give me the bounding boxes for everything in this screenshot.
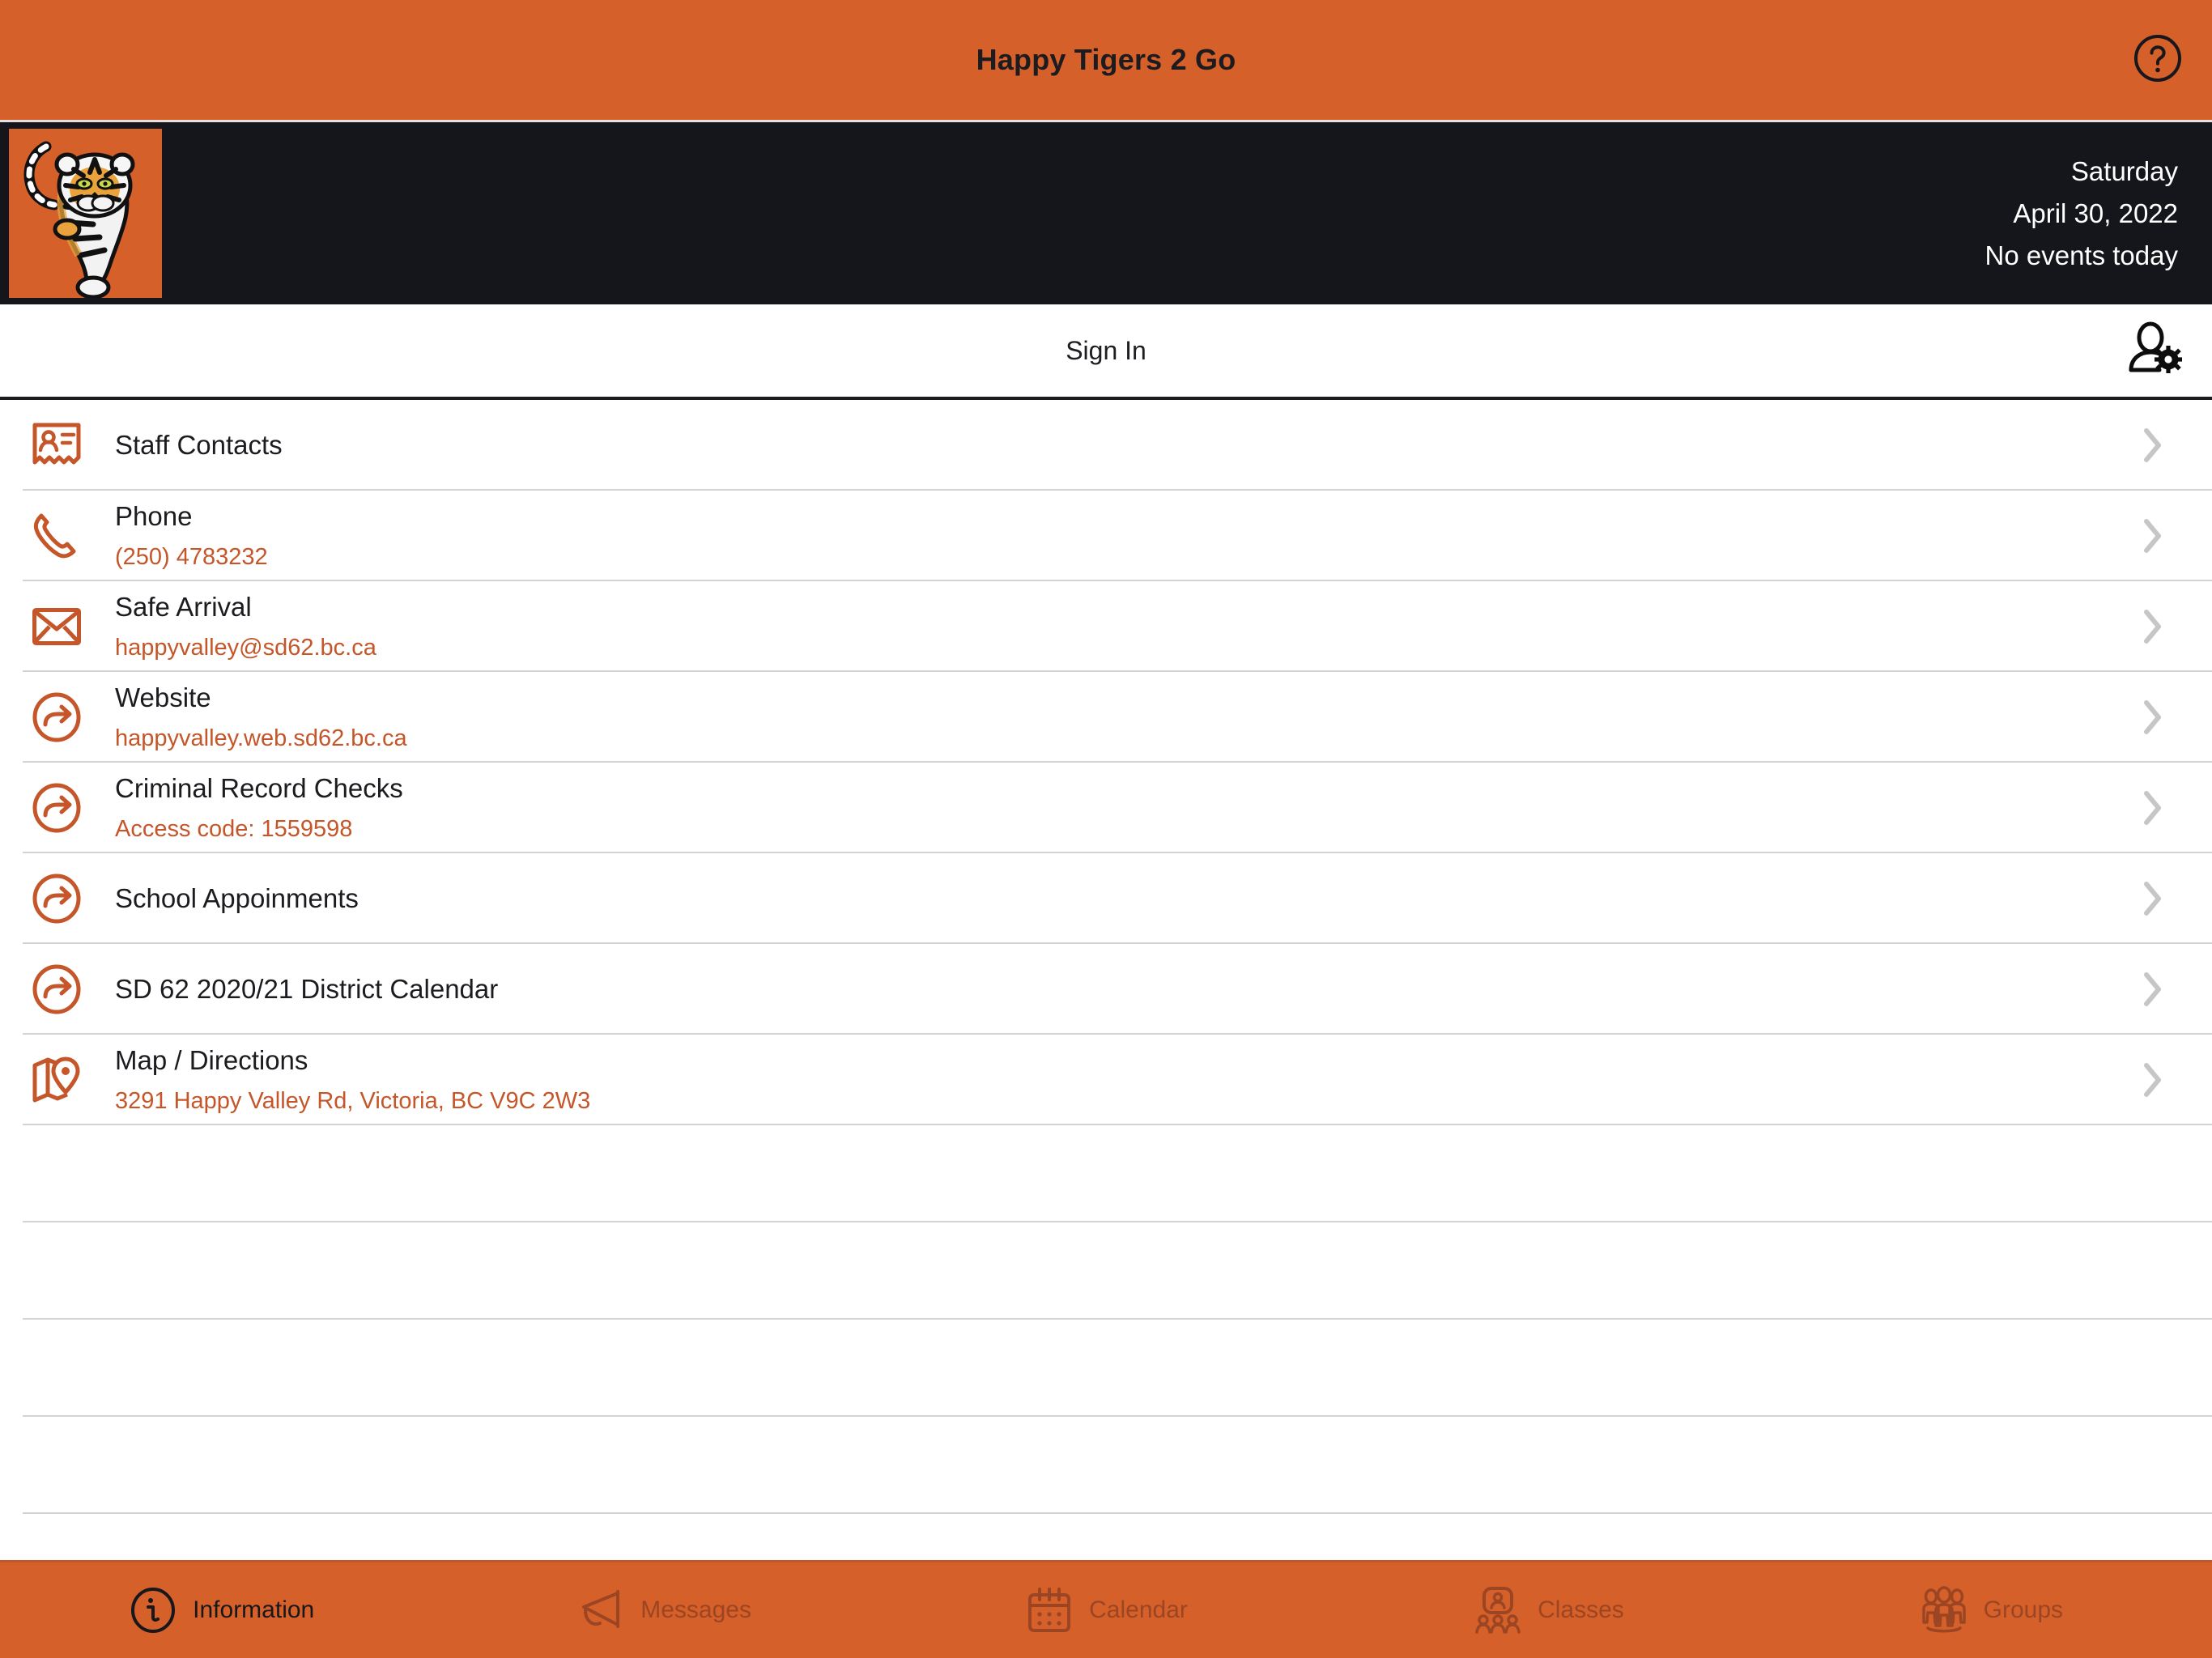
tab-calendar[interactable]: Calendar [885, 1562, 1327, 1658]
tab-messages-label: Messages [640, 1596, 751, 1623]
tab-information[interactable]: Information [0, 1562, 442, 1658]
groups-icon [1919, 1585, 1969, 1635]
calendar-icon [1024, 1585, 1074, 1635]
chevron-right-icon[interactable] [2108, 881, 2212, 916]
banner-events: No events today [1984, 240, 2178, 270]
tab-groups[interactable]: Groups [1770, 1562, 2212, 1658]
tab-classes-label: Classes [1538, 1596, 1624, 1623]
info-circle-icon [128, 1585, 178, 1635]
list-item-empty [0, 1222, 2212, 1320]
external-link-icon [23, 774, 91, 842]
list-item-text: Safe Arrival happyvalley@sd62.bc.ca [115, 590, 2108, 664]
list-item-title: Map / Directions [115, 1044, 308, 1075]
classes-icon [1473, 1585, 1523, 1635]
bottom-tab-bar: Information Messages Calendar Classes Gr… [0, 1560, 2212, 1658]
list-item[interactable]: Staff Contacts [0, 400, 2212, 491]
tab-calendar-label: Calendar [1089, 1596, 1188, 1623]
user-settings-button[interactable] [2121, 321, 2184, 380]
information-list: Staff Contacts Phone (250) 4783232 Safe … [0, 400, 2212, 1560]
tab-messages[interactable]: Messages [442, 1562, 884, 1658]
list-item-empty [0, 1417, 2212, 1514]
list-item-title: School Appoinments [115, 883, 359, 913]
list-item-text: Criminal Record Checks Access code: 1559… [115, 772, 2108, 845]
school-banner: Saturday April 30, 2022 No events today [0, 122, 2212, 304]
user-settings-icon [2123, 321, 2183, 380]
list-item-subtitle[interactable]: happyvalley.web.sd62.bc.ca [115, 722, 2108, 755]
chevron-right-icon[interactable] [2108, 971, 2212, 1007]
external-link-icon [23, 683, 91, 751]
list-item-text: SD 62 2020/21 District Calendar [115, 972, 2108, 1006]
phone-icon [23, 502, 91, 570]
title-bar: Happy Tigers 2 Go [0, 0, 2212, 122]
list-item-subtitle: Access code: 1559598 [115, 815, 353, 842]
external-link-icon [23, 955, 91, 1023]
list-item-title: Staff Contacts [115, 430, 283, 460]
banner-weekday: Saturday [2070, 155, 2178, 186]
list-item-title: SD 62 2020/21 District Calendar [115, 974, 499, 1004]
banner-date-block: Saturday April 30, 2022 No events today [1985, 122, 2212, 304]
banner-date: April 30, 2022 [2013, 198, 2178, 228]
tiger-mascot-logo [9, 129, 162, 298]
list-item[interactable]: Website happyvalley.web.sd62.bc.ca [0, 672, 2212, 763]
chevron-right-icon[interactable] [2108, 790, 2212, 826]
list-item[interactable]: Safe Arrival happyvalley@sd62.bc.ca [0, 581, 2212, 672]
list-item-title: Phone [115, 500, 193, 531]
list-item-text: Website happyvalley.web.sd62.bc.ca [115, 681, 2108, 755]
list-item-text: Map / Directions 3291 Happy Valley Rd, V… [115, 1044, 2108, 1117]
chevron-right-icon[interactable] [2108, 609, 2212, 644]
list-item-title: Criminal Record Checks [115, 772, 403, 803]
chevron-right-icon[interactable] [2108, 699, 2212, 735]
contact-card-icon [23, 411, 91, 479]
envelope-icon [23, 593, 91, 661]
list-item-subtitle[interactable]: (250) 4783232 [115, 541, 2108, 573]
chevron-right-icon[interactable] [2108, 427, 2212, 463]
list-item-title: Website [115, 682, 211, 712]
page-title: Happy Tigers 2 Go [976, 43, 1236, 76]
list-item[interactable]: SD 62 2020/21 District Calendar [0, 944, 2212, 1035]
tab-groups-label: Groups [1983, 1596, 2064, 1623]
chevron-right-icon[interactable] [2108, 518, 2212, 554]
list-item-subtitle[interactable]: happyvalley@sd62.bc.ca [115, 631, 2108, 664]
school-logo [0, 122, 162, 304]
tab-information-label: Information [193, 1596, 315, 1623]
list-item-empty [0, 1320, 2212, 1417]
list-item[interactable]: Criminal Record Checks Access code: 1559… [0, 763, 2212, 853]
sign-in-bar[interactable]: Sign In [0, 304, 2212, 400]
list-item-empty [0, 1125, 2212, 1222]
question-circle-icon [2132, 32, 2184, 88]
map-pin-icon [23, 1046, 91, 1114]
tab-classes[interactable]: Classes [1327, 1562, 1769, 1658]
list-item-title: Safe Arrival [115, 591, 252, 622]
list-item[interactable]: Map / Directions 3291 Happy Valley Rd, V… [0, 1035, 2212, 1125]
list-item-empty [0, 1514, 2212, 1560]
sign-in-label[interactable]: Sign In [1066, 336, 1146, 366]
list-item-text: School Appoinments [115, 882, 2108, 916]
app-root: Happy Tigers 2 Go Saturday April 30, 202… [0, 0, 2212, 1658]
list-item-text: Staff Contacts [115, 428, 2108, 462]
external-link-icon [23, 865, 91, 933]
list-item[interactable]: School Appoinments [0, 853, 2212, 944]
help-button[interactable] [2132, 34, 2184, 86]
list-item[interactable]: Phone (250) 4783232 [0, 491, 2212, 581]
megaphone-icon [576, 1585, 626, 1635]
list-item-text: Phone (250) 4783232 [115, 500, 2108, 573]
list-item-subtitle[interactable]: 3291 Happy Valley Rd, Victoria, BC V9C 2… [115, 1085, 2108, 1117]
chevron-right-icon[interactable] [2108, 1062, 2212, 1098]
